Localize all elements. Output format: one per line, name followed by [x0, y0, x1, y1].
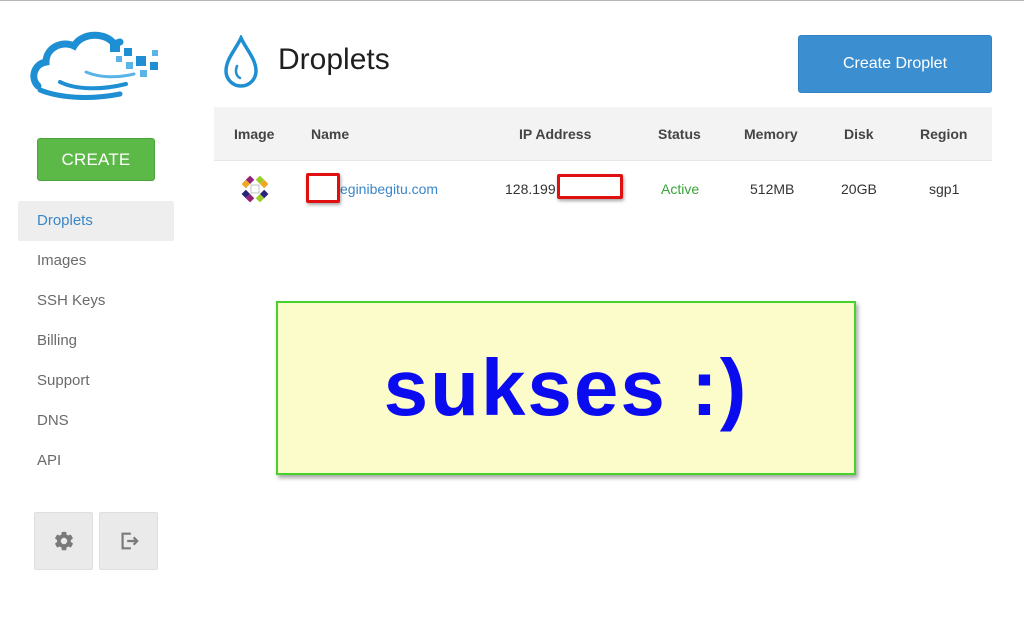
sidebar-item-billing[interactable]: Billing — [18, 321, 174, 361]
sidebar-item-ssh-keys[interactable]: SSH Keys — [18, 281, 174, 321]
column-header-ip-address: IP Address — [519, 126, 592, 142]
column-header-image: Image — [234, 126, 275, 142]
create-button[interactable]: CREATE — [37, 138, 155, 181]
success-banner-text: sukses :) — [383, 343, 749, 432]
column-header-disk: Disk — [844, 126, 874, 142]
table-row[interactable]: eginibegitu.com 128.199 Active 512MB 20G… — [214, 161, 992, 217]
redaction-box-ip — [557, 174, 623, 199]
sidebar-item-images[interactable]: Images — [18, 241, 174, 281]
water-drop-icon — [224, 35, 258, 88]
page-title: Droplets — [278, 43, 390, 76]
create-droplet-button[interactable]: Create Droplet — [798, 35, 992, 93]
droplet-name-link[interactable]: eginibegitu.com — [340, 161, 438, 217]
sidebar-item-droplets[interactable]: Droplets — [18, 201, 174, 241]
column-header-name: Name — [311, 126, 350, 142]
logout-icon — [120, 532, 139, 550]
success-banner: sukses :) — [276, 301, 856, 475]
sidebar-item-api[interactable]: API — [18, 441, 174, 481]
sidebar-nav: Droplets Images SSH Keys Billing Support… — [18, 201, 174, 481]
column-header-region: Region — [920, 126, 968, 142]
settings-button[interactable] — [34, 512, 93, 570]
gear-icon — [54, 531, 73, 551]
table-header: Image Name IP Address Status Memory Disk… — [214, 107, 992, 161]
droplet-memory: 512MB — [750, 181, 795, 197]
digitalocean-cloud-logo — [30, 31, 158, 100]
logout-button[interactable] — [99, 512, 158, 570]
top-border — [0, 0, 1024, 1]
centos-icon — [241, 175, 269, 203]
droplets-table: Image Name IP Address Status Memory Disk… — [214, 107, 992, 217]
sidebar-item-support[interactable]: Support — [18, 361, 174, 401]
droplet-ip-address: 128.199 — [505, 181, 556, 197]
column-header-status: Status — [658, 126, 701, 142]
droplet-region: sgp1 — [929, 181, 960, 197]
droplet-status: Active — [661, 181, 700, 197]
column-header-memory: Memory — [744, 126, 798, 142]
sidebar-item-dns[interactable]: DNS — [18, 401, 174, 441]
droplet-disk: 20GB — [841, 181, 877, 197]
redaction-box-name — [306, 173, 340, 203]
